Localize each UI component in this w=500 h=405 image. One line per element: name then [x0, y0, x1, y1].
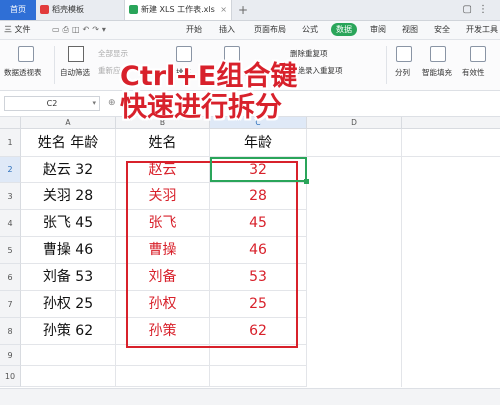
row-header[interactable]: 8	[0, 318, 21, 345]
row-header[interactable]: 6	[0, 264, 21, 291]
source-cell[interactable]: 孙权 25	[21, 291, 116, 318]
menu-security[interactable]: 安全	[434, 21, 450, 39]
ribbon-separator	[54, 46, 55, 84]
menu-insert[interactable]: 插入	[219, 21, 235, 39]
caption-line-2: 快速进行拆分	[120, 92, 282, 123]
row-header[interactable]: 7	[0, 291, 21, 318]
header-cell-age[interactable]: 年龄	[210, 129, 307, 157]
empty-cell[interactable]	[402, 129, 500, 157]
source-cell[interactable]: 赵云 32	[21, 157, 116, 183]
row-header[interactable]: 4	[0, 210, 21, 237]
spreadsheet-grid[interactable]: A B C D 1 2 3 4 5 6 7 8 9 10 姓名 年龄 姓名 年龄…	[0, 117, 500, 387]
name-box-value: C2	[46, 99, 58, 108]
menu-review[interactable]: 审阅	[370, 21, 386, 39]
tab-document[interactable]: 新建 XLS 工作表.xls ×	[124, 0, 232, 20]
header-cell-name[interactable]: 姓名	[116, 129, 210, 157]
age-cell[interactable]: 62	[210, 318, 307, 345]
delete-duplicates-button[interactable]: 删除重复项	[290, 48, 328, 59]
split-column-icon[interactable]	[396, 46, 412, 62]
row-header[interactable]: 3	[0, 183, 21, 210]
window-controls[interactable]: ▢⋮	[463, 0, 494, 20]
age-cell[interactable]: 28	[210, 183, 307, 210]
source-cell[interactable]: 孙策 62	[21, 318, 116, 345]
menu-bar: 三 文件 ▭⎙◫↶↷▾ 开始 插入 页面布局 公式 数据 审阅 视图 安全 开发…	[0, 21, 500, 40]
row-header[interactable]: 10	[0, 366, 21, 387]
file-menu[interactable]: 三 文件	[4, 21, 31, 39]
close-icon[interactable]: ×	[220, 0, 227, 20]
name-cell[interactable]: 刘备	[116, 264, 210, 291]
fill-handle[interactable]	[304, 179, 309, 184]
header-cell-name-age[interactable]: 姓名 年龄	[21, 129, 116, 157]
name-cell[interactable]: 关羽	[116, 183, 210, 210]
name-cell[interactable]: 赵云	[116, 157, 210, 183]
empty-cell[interactable]	[210, 345, 307, 366]
age-cell[interactable]: 46	[210, 237, 307, 264]
menu-page-layout[interactable]: 页面布局	[254, 21, 286, 39]
source-cell[interactable]: 张飞 45	[21, 210, 116, 237]
empty-cell[interactable]	[116, 345, 210, 366]
highlight-duplicates-icon[interactable]	[224, 46, 240, 62]
column-header-d[interactable]: D	[307, 117, 402, 129]
chevron-down-icon[interactable]: ▾	[92, 97, 96, 110]
menu-view[interactable]: 视图	[402, 21, 418, 39]
spreadsheet-icon	[129, 5, 138, 14]
caption-line-1: Ctrl+E组合键	[120, 61, 298, 92]
source-cell[interactable]: 刘备 53	[21, 264, 116, 291]
empty-cell[interactable]	[116, 366, 210, 387]
row-header[interactable]: 9	[0, 345, 21, 366]
new-tab-icon[interactable]: +	[238, 0, 248, 20]
autofilter-button[interactable]: 自动筛选	[60, 67, 90, 78]
column-e-area[interactable]	[402, 157, 500, 387]
reject-duplicates-button[interactable]: 拒绝录入重复项	[290, 65, 343, 76]
column-header-a[interactable]: A	[21, 117, 116, 129]
tab-home[interactable]: 首页	[0, 0, 36, 20]
tab-bar: 首页 稻壳模板 新建 XLS 工作表.xls × + ▢⋮	[0, 0, 500, 21]
menu-home[interactable]: 开始	[186, 21, 202, 39]
column-header-e[interactable]	[402, 117, 500, 129]
quick-access-icons[interactable]: ▭⎙◫↶↷▾	[52, 21, 109, 39]
row-header[interactable]: 1	[0, 129, 21, 157]
menu-data[interactable]: 数据	[331, 23, 357, 36]
row-header[interactable]: 2	[0, 157, 21, 183]
age-cell[interactable]: 25	[210, 291, 307, 318]
pivot-table-icon[interactable]	[18, 46, 34, 62]
docer-icon	[40, 5, 49, 14]
filter-icon[interactable]	[68, 46, 84, 62]
tab-templates[interactable]: 稻壳模板	[36, 0, 124, 20]
row-header[interactable]: 5	[0, 237, 21, 264]
tab-document-label: 新建 XLS 工作表.xls	[141, 5, 215, 14]
empty-cell[interactable]	[210, 366, 307, 387]
sheet-tab-bar	[0, 388, 500, 405]
pivot-table-button[interactable]: 数据透视表	[4, 67, 42, 78]
name-cell[interactable]: 孙权	[116, 291, 210, 318]
name-cell[interactable]: 张飞	[116, 210, 210, 237]
empty-cell[interactable]	[21, 345, 116, 366]
name-box[interactable]: C2 ▾	[4, 96, 100, 111]
validity-button[interactable]: 有效性	[462, 67, 485, 78]
age-cell[interactable]: 45	[210, 210, 307, 237]
name-cell[interactable]: 曹操	[116, 237, 210, 264]
select-all-corner[interactable]	[0, 117, 21, 129]
age-cell[interactable]: 53	[210, 264, 307, 291]
sort-icon[interactable]	[176, 46, 192, 62]
menu-developer[interactable]: 开发工具	[466, 21, 498, 39]
source-cell[interactable]: 关羽 28	[21, 183, 116, 210]
empty-cell[interactable]	[307, 129, 402, 157]
empty-cell[interactable]	[21, 366, 116, 387]
menu-formula[interactable]: 公式	[302, 21, 318, 39]
smart-fill-icon[interactable]	[430, 46, 446, 62]
source-cell[interactable]: 曹操 46	[21, 237, 116, 264]
tab-templates-label: 稻壳模板	[52, 5, 84, 14]
split-column-button[interactable]: 分列	[395, 67, 410, 78]
smart-fill-button[interactable]: 智能填充	[422, 67, 452, 78]
column-d-area[interactable]	[307, 157, 402, 387]
show-all-button[interactable]: 全部显示	[98, 48, 128, 59]
validity-icon[interactable]	[470, 46, 486, 62]
ribbon-separator	[386, 46, 387, 84]
age-cell[interactable]: 32	[210, 157, 307, 183]
name-cell[interactable]: 孙策	[116, 318, 210, 345]
